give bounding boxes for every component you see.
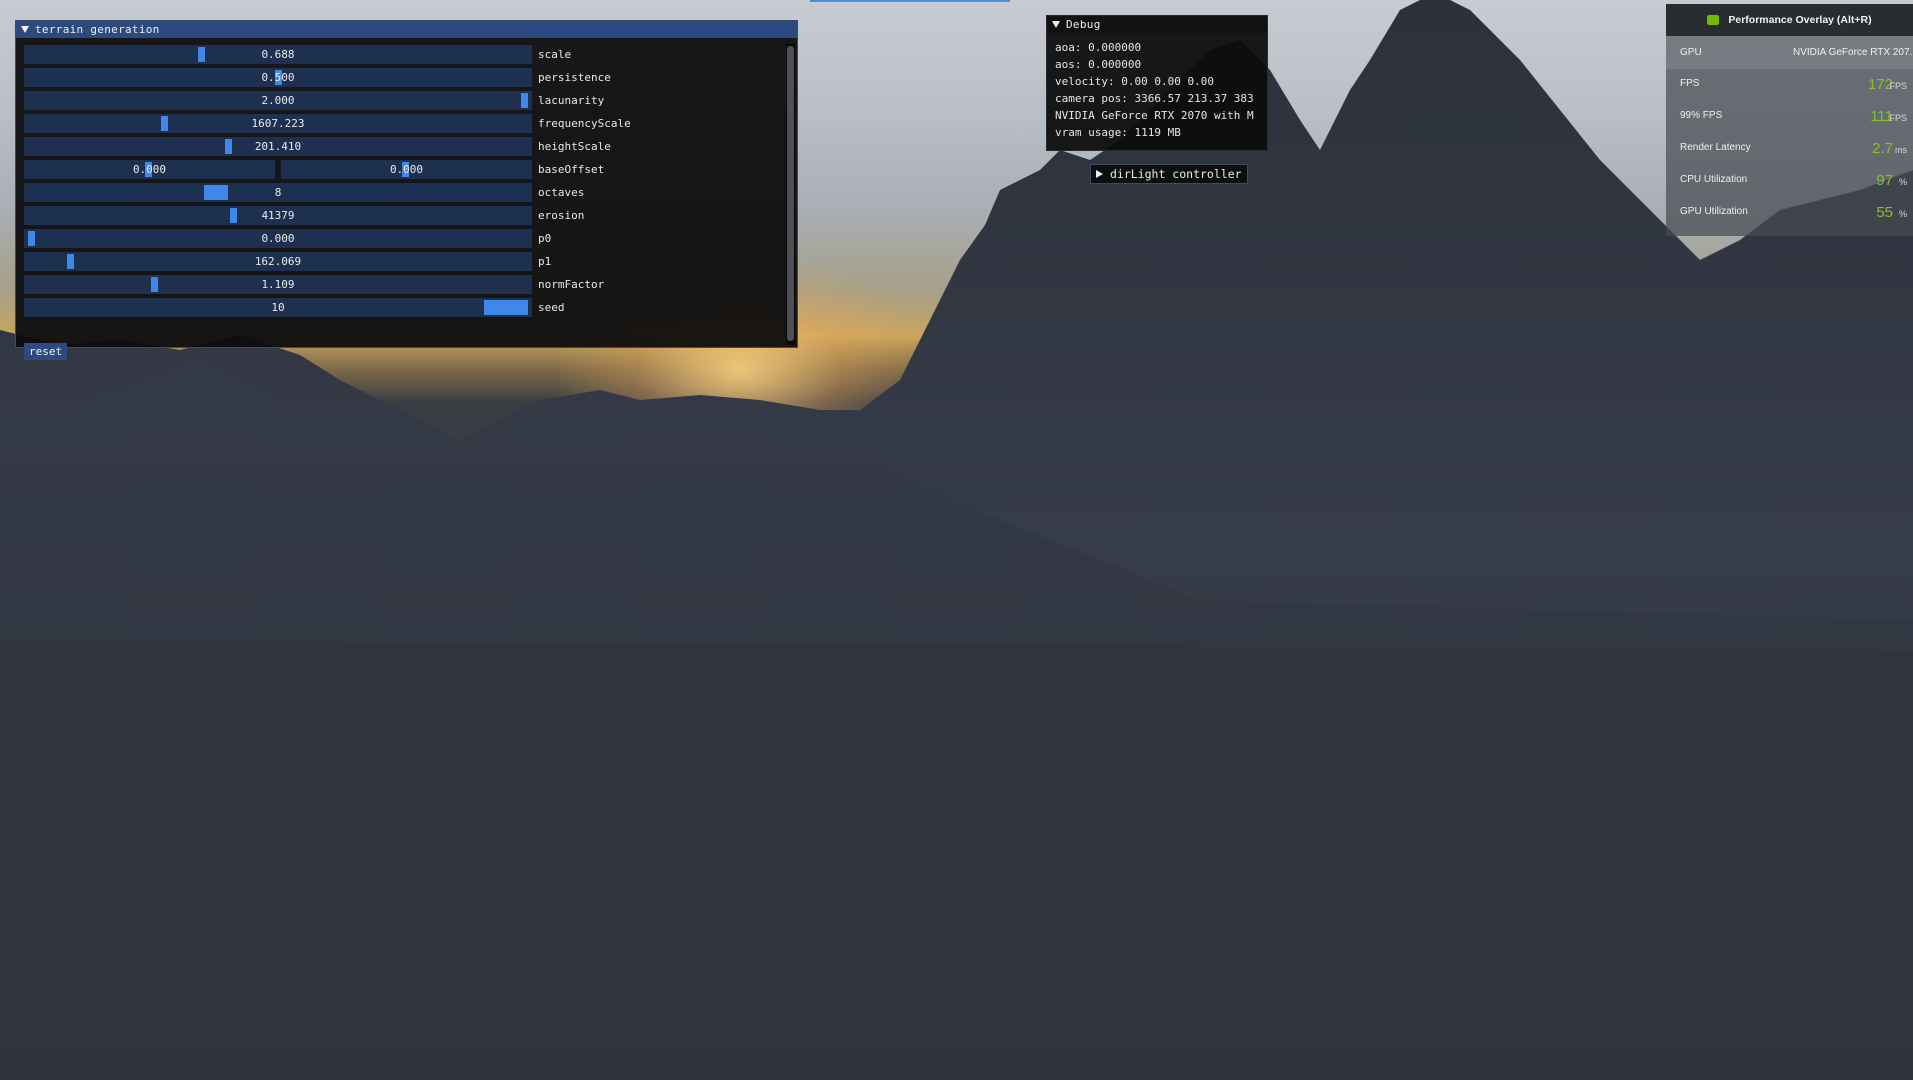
metric-value: 2.7 [1872,140,1893,157]
lacunarity-slider[interactable]: 2.000 [24,91,532,110]
debug-text: aoa: 0.000000 aos: 0.000000 velocity: 0.… [1047,33,1267,141]
metric-unit: % [1898,209,1907,219]
expand-arrow-icon[interactable] [1096,170,1103,178]
metric-unit: FPS [1889,113,1907,123]
debug-line: NVIDIA GeForce RTX 2070 with M [1055,109,1254,122]
debug-line: camera pos: 3366.57 213.37 383 [1055,92,1254,105]
metric-row-render-latency: Render Latency 2.7 ms [1666,133,1913,165]
slider-row-scale: 0.688 scale [24,45,784,64]
frequencyscale-slider[interactable]: 1607.223 [24,114,532,133]
debug-window-titlebar[interactable]: Debug [1047,16,1267,33]
collapse-arrow-icon[interactable] [21,26,29,33]
baseoffset-y-slider[interactable]: 0.000 [281,160,532,179]
terrain-window-title: terrain generation [35,23,160,36]
slider-row-octaves: 8 octaves [24,183,784,202]
metric-label: CPU Utilization [1680,174,1748,185]
reset-button[interactable]: reset [24,343,68,360]
metric-unit: ms [1895,145,1907,155]
dirlight-controller-header[interactable]: dirLight controller [1090,164,1248,184]
slider-row-erosion: 41379 erosion [24,206,784,225]
heightscale-slider[interactable]: 201.410 [24,137,532,156]
slider-list: 0.688 scale 0.500 persistence 2.000 lacu… [24,45,784,321]
erosion-slider[interactable]: 41379 [24,206,532,225]
metric-value: 55 [1876,204,1893,221]
metric-unit: FPS [1889,81,1907,91]
slider-label: p1 [538,255,552,268]
slider-value: 0.000 [261,232,295,245]
slider-row-seed: 10 seed [24,298,784,317]
slider-value: 0.500 [261,71,295,84]
slider-value: 41379 [261,209,295,222]
collapse-arrow-icon[interactable] [1052,21,1060,28]
slider-label: persistence [538,71,611,84]
terrain-window-titlebar[interactable]: terrain generation [16,21,797,38]
metric-label: 99% FPS [1680,110,1723,121]
terrain-generation-window[interactable]: terrain generation 0.688 scale 0.500 per… [15,20,798,360]
slider-label: normFactor [538,278,605,291]
gpu-row: GPU NVIDIA GeForce RTX 207... [1666,36,1913,69]
seed-slider[interactable]: 10 [24,298,532,317]
slider-value: 2.000 [261,94,295,107]
slider-label: lacunarity [538,94,605,107]
slider-value: 1607.223 [251,117,305,130]
debug-line: aos: 0.000000 [1055,58,1142,71]
slider-label: scale [538,48,572,61]
slider-label: seed [538,301,565,314]
performance-overlay: Performance Overlay (Alt+R) GPU NVIDIA G… [1666,4,1913,236]
p0-slider[interactable]: 0.000 [24,229,532,248]
metric-row-fps: FPS 172 FPS [1666,69,1913,101]
slider-label: octaves [538,186,585,199]
slider-row-heightscale: 201.410 heightScale [24,137,784,156]
slider-value: 8 [274,186,282,199]
vertical-scrollbar[interactable] [786,44,795,345]
metric-label: GPU Utilization [1680,206,1748,217]
debug-window-title: Debug [1066,18,1101,31]
slider-value: 10 [271,301,285,314]
metric-label: Render Latency [1680,142,1751,153]
p1-slider[interactable]: 162.069 [24,252,532,271]
gpu-label: GPU [1680,47,1702,58]
metric-value: 97 [1876,172,1893,189]
scrollbar-thumb[interactable] [787,46,794,341]
octaves-slider[interactable]: 8 [24,183,532,202]
gpu-name: NVIDIA GeForce RTX 207... [1793,47,1913,58]
slider-row-p1: 162.069 p1 [24,252,784,271]
slider-value: 1.109 [261,278,295,291]
slider-value: 162.069 [254,255,302,268]
slider-row-lacunarity: 2.000 lacunarity [24,91,784,110]
slider-value: 201.410 [254,140,302,153]
slider-label: heightScale [538,140,611,153]
slider-row-p0: 0.000 p0 [24,229,784,248]
dirlight-label: dirLight controller [1110,167,1242,181]
slider-row-frequencyscale: 1607.223 frequencyScale [24,114,784,133]
baseoffset-x-slider[interactable]: 0.000 [24,160,275,179]
debug-line: aoa: 0.000000 [1055,41,1142,54]
slider-value: 0.688 [261,48,295,61]
normfactor-slider[interactable]: 1.109 [24,275,532,294]
slider-row-baseoffset: 0.000 0.000 baseOffset [24,160,784,179]
slider-row-normfactor: 1.109 normFactor [24,275,784,294]
overlay-header: Performance Overlay (Alt+R) [1666,4,1913,36]
persistence-slider[interactable]: 0.500 [24,68,532,87]
metric-row-99-fps: 99% FPS 111 FPS [1666,101,1913,133]
slider-label: p0 [538,232,552,245]
metric-row-gpu-utilization: GPU Utilization 55 % [1666,197,1913,229]
slider-value: 0.000 [389,163,424,176]
slider-row-persistence: 0.500 persistence [24,68,784,87]
slider-label: baseOffset [538,163,605,176]
overlay-title: Performance Overlay (Alt+R) [1728,14,1872,26]
metric-row-cpu-utilization: CPU Utilization 97 % [1666,165,1913,197]
debug-line: vram usage: 1119 MB [1055,126,1181,139]
slider-label: erosion [538,209,585,222]
nvidia-logo-icon [1707,15,1720,25]
debug-line: velocity: 0.00 0.00 0.00 [1055,75,1214,88]
scale-slider[interactable]: 0.688 [24,45,532,64]
metric-unit: % [1898,177,1907,187]
slider-value: 0.000 [132,163,167,176]
top-accent-bar [810,0,1010,2]
metric-label: FPS [1680,78,1700,89]
slider-label: frequencyScale [538,117,631,130]
debug-window[interactable]: Debug aoa: 0.000000 aos: 0.000000 veloci… [1046,15,1268,151]
